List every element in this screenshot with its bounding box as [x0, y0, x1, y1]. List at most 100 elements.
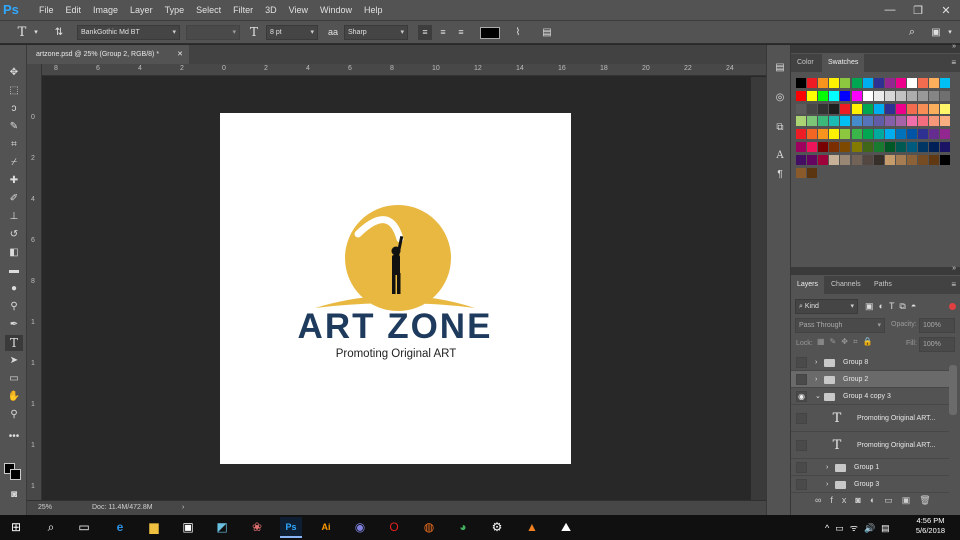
tab-color[interactable]: Color — [791, 54, 820, 72]
color-swatch[interactable] — [796, 116, 806, 127]
color-swatch[interactable] — [818, 129, 829, 140]
store-icon[interactable]: ▣ — [177, 517, 199, 538]
color-swatch[interactable] — [796, 90, 806, 101]
font-size-select[interactable]: 8 pt ▾ — [266, 25, 318, 40]
character-panel-icon[interactable]: ▤ — [540, 25, 554, 40]
color-swatch[interactable] — [940, 78, 951, 88]
color-swatch[interactable] — [884, 78, 895, 88]
color-swatch[interactable] — [873, 154, 884, 165]
color-swatch[interactable] — [840, 116, 851, 127]
color-swatch[interactable] — [929, 142, 940, 152]
color-swatch[interactable] — [929, 103, 940, 114]
layers-scrollbar-thumb[interactable] — [949, 365, 957, 415]
font-style-select[interactable]: ▾ — [186, 25, 240, 40]
menu-file[interactable]: File — [33, 0, 60, 20]
visibility-eye-icon[interactable] — [796, 357, 807, 368]
color-swatch[interactable] — [918, 116, 929, 127]
visibility-eye-icon[interactable] — [796, 479, 807, 490]
warp-text-icon[interactable]: ⌇ — [511, 25, 525, 40]
color-swatch[interactable] — [873, 90, 884, 101]
color-swatch[interactable] — [840, 90, 851, 101]
color-swatch[interactable] — [862, 78, 873, 88]
color-swatch[interactable] — [829, 116, 840, 127]
color-swatch[interactable] — [895, 90, 906, 101]
quick-select-tool-icon[interactable]: ✎ — [5, 119, 23, 135]
gradient-tool-icon[interactable]: ▬ — [5, 263, 23, 279]
color-swatch[interactable] — [895, 142, 906, 152]
color-swatch[interactable] — [940, 116, 951, 127]
color-swatch[interactable] — [818, 78, 829, 88]
color-swatch[interactable] — [796, 142, 806, 152]
color-swatch[interactable] — [807, 78, 818, 88]
app-icon[interactable]: ❀ — [246, 517, 268, 538]
chrome-browser-icon[interactable]: ◕ — [452, 517, 474, 538]
settings-gear-icon[interactable]: ⚙ — [486, 517, 508, 538]
blend-mode-select[interactable]: Pass Through ▾ — [795, 318, 885, 333]
system-tray-icons[interactable]: ^▭ᯤ🔊▤ — [825, 521, 896, 534]
color-swatch[interactable] — [884, 154, 895, 165]
color-swatch[interactable] — [807, 90, 818, 101]
app-icon[interactable]: ◩ — [211, 517, 233, 538]
fill-field[interactable]: 100% — [919, 337, 955, 352]
color-swatch[interactable] — [895, 78, 906, 88]
group-layer-row[interactable]: › Group 3 — [791, 476, 949, 493]
color-swatch[interactable] — [895, 103, 906, 114]
tab-paths[interactable]: Paths — [868, 276, 898, 294]
menu-layer[interactable]: Layer — [124, 0, 159, 20]
group-layer-row[interactable]: ◉ ⌄ Group 4 copy 3 — [791, 388, 949, 405]
color-swatch[interactable] — [918, 90, 929, 101]
color-swatch[interactable] — [796, 103, 806, 114]
color-swatch[interactable] — [796, 129, 806, 140]
zoom-tool-icon[interactable]: ⚲ — [5, 407, 23, 423]
task-view-icon[interactable]: ▭ — [73, 517, 95, 538]
illustrator-taskbar-icon[interactable]: Ai — [315, 517, 337, 538]
layer-filter-select[interactable]: ⌕ Kind ▾ — [795, 299, 858, 314]
file-explorer-icon[interactable]: ▆ — [143, 517, 165, 538]
antialias-select[interactable]: Sharp ▾ — [344, 25, 408, 40]
color-swatch[interactable] — [895, 154, 906, 165]
color-swatch[interactable] — [873, 103, 884, 114]
color-swatch[interactable] — [895, 129, 906, 140]
opera-browser-icon[interactable]: O — [383, 517, 405, 538]
color-swatch[interactable] — [807, 103, 818, 114]
healing-brush-tool-icon[interactable]: ✚ — [5, 173, 23, 189]
photos-app-icon[interactable]: ⛰ — [555, 517, 577, 538]
color-swatch[interactable] — [851, 90, 862, 101]
path-selection-tool-icon[interactable]: ➤ — [5, 353, 23, 369]
type-tool-preset-icon[interactable]: T — [12, 25, 32, 40]
color-swatch[interactable] — [840, 78, 851, 88]
visibility-eye-icon[interactable]: ◉ — [796, 391, 807, 402]
color-swatch[interactable] — [840, 154, 851, 165]
close-tab-icon[interactable]: ✕ — [177, 45, 183, 64]
color-swatch[interactable] — [807, 167, 818, 178]
close-button[interactable]: ✕ — [932, 4, 960, 17]
color-swatch[interactable] — [862, 103, 873, 114]
layer-actions-bar[interactable]: ∞fx◙◐▭▣🗑 — [815, 495, 940, 506]
color-swatch[interactable] — [851, 142, 862, 152]
start-windows-icon[interactable]: ⊞ — [5, 517, 27, 538]
color-swatch[interactable] — [807, 116, 818, 127]
vlc-player-icon[interactable]: ▲ — [521, 517, 543, 538]
document-tab[interactable]: artzone.psd @ 25% (Group 2, RGB/8) * ✕ — [27, 45, 189, 64]
color-swatch[interactable] — [818, 116, 829, 127]
color-swatch[interactable] — [840, 142, 851, 152]
chevron-down-icon[interactable]: ▾ — [945, 25, 955, 40]
blur-tool-icon[interactable]: ● — [5, 281, 23, 297]
color-swatch[interactable] — [929, 129, 940, 140]
color-swatch[interactable] — [895, 116, 906, 127]
color-swatch[interactable] — [862, 154, 873, 165]
panel-menu-icon[interactable]: ≡ — [951, 276, 956, 294]
type-tool-icon[interactable]: T — [5, 335, 23, 351]
color-swatch[interactable] — [918, 142, 929, 152]
color-swatch[interactable] — [907, 129, 917, 140]
color-swatch[interactable] — [851, 103, 862, 114]
tab-layers[interactable]: Layers — [791, 276, 825, 294]
visibility-eye-icon[interactable] — [796, 374, 807, 385]
background-color-swatch[interactable] — [10, 469, 21, 480]
color-swatch[interactable] — [907, 103, 917, 114]
color-swatch[interactable] — [829, 129, 840, 140]
paragraph-panel-icon[interactable]: ¶ — [772, 167, 788, 183]
color-swatch[interactable] — [807, 129, 818, 140]
chevron-right-icon[interactable]: › — [826, 476, 828, 493]
color-swatch[interactable] — [884, 129, 895, 140]
